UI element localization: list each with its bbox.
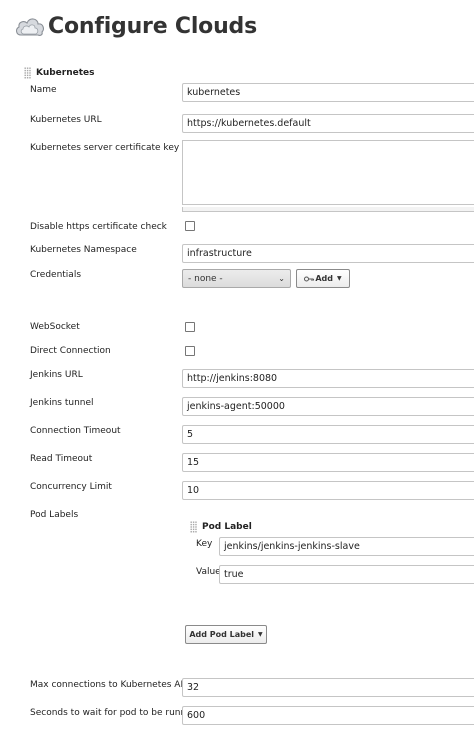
max-connections-label: Max connections to Kubernetes API bbox=[30, 680, 189, 690]
credentials-label: Credentials bbox=[30, 270, 82, 280]
direct-connection-checkbox[interactable] bbox=[185, 346, 195, 356]
concurrency-limit-input[interactable]: 10 bbox=[182, 481, 474, 500]
section-header[interactable]: Kubernetes bbox=[24, 67, 94, 79]
jenkins-tunnel-input[interactable]: jenkins-agent:50000 bbox=[182, 397, 474, 416]
read-timeout-input[interactable]: 15 bbox=[182, 453, 474, 472]
credentials-select[interactable]: - none - ⌄ bbox=[182, 269, 291, 288]
connection-timeout-input[interactable]: 5 bbox=[182, 425, 474, 444]
add-credentials-label: Add bbox=[315, 274, 334, 283]
cert-textarea[interactable] bbox=[182, 140, 474, 205]
page-title: Configure Clouds bbox=[48, 13, 257, 39]
name-input[interactable]: kubernetes bbox=[182, 83, 474, 102]
chevron-down-icon: ⌄ bbox=[278, 274, 285, 283]
pod-wait-label: Seconds to wait for pod to be running bbox=[30, 708, 201, 718]
namespace-input[interactable]: infrastructure bbox=[182, 244, 474, 263]
concurrency-limit-label: Concurrency Limit bbox=[30, 482, 112, 492]
textarea-resize-bar[interactable] bbox=[182, 207, 474, 212]
url-label: Kubernetes URL bbox=[30, 115, 102, 125]
url-input[interactable]: https://kubernetes.default bbox=[182, 114, 474, 133]
max-connections-input[interactable]: 32 bbox=[182, 678, 474, 697]
page-header: Configure Clouds bbox=[14, 10, 257, 42]
drag-handle-icon[interactable] bbox=[24, 67, 31, 79]
websocket-label: WebSocket bbox=[30, 322, 80, 332]
caret-down-icon: ▼ bbox=[337, 275, 342, 282]
section-title: Kubernetes bbox=[36, 68, 95, 78]
pod-label-key-input[interactable]: jenkins/jenkins-jenkins-slave bbox=[219, 537, 474, 556]
pod-label-header[interactable]: Pod Label bbox=[190, 521, 252, 533]
disable-https-checkbox[interactable] bbox=[185, 221, 195, 231]
connection-timeout-label: Connection Timeout bbox=[30, 426, 121, 436]
jenkins-url-label: Jenkins URL bbox=[30, 370, 83, 380]
websocket-checkbox[interactable] bbox=[185, 322, 195, 332]
disable-https-label: Disable https certificate check bbox=[30, 222, 167, 232]
jenkins-url-input[interactable]: http://jenkins:8080 bbox=[182, 369, 474, 388]
add-pod-label-button[interactable]: Add Pod Label ▼ bbox=[185, 625, 267, 644]
cloud-icon bbox=[16, 18, 44, 36]
pod-label-title: Pod Label bbox=[202, 522, 252, 532]
namespace-label: Kubernetes Namespace bbox=[30, 245, 137, 255]
pod-label-value-input[interactable]: true bbox=[219, 565, 474, 584]
add-pod-label-text: Add Pod Label bbox=[189, 630, 255, 639]
caret-down-icon: ▼ bbox=[258, 631, 263, 638]
cert-label: Kubernetes server certificate key bbox=[30, 143, 180, 153]
jenkins-tunnel-label: Jenkins tunnel bbox=[30, 398, 94, 408]
pod-wait-input[interactable]: 600 bbox=[182, 706, 474, 725]
read-timeout-label: Read Timeout bbox=[30, 454, 93, 464]
key-icon bbox=[304, 276, 315, 281]
credentials-selected: - none - bbox=[188, 273, 223, 284]
drag-handle-icon[interactable] bbox=[190, 521, 197, 533]
add-credentials-button[interactable]: Add ▼ bbox=[296, 269, 350, 288]
pod-label-key-label: Key bbox=[196, 539, 213, 549]
pod-labels-label: Pod Labels bbox=[30, 510, 79, 520]
direct-connection-label: Direct Connection bbox=[30, 346, 111, 356]
pod-label-value-label: Value bbox=[196, 567, 221, 577]
name-label: Name bbox=[30, 85, 57, 95]
